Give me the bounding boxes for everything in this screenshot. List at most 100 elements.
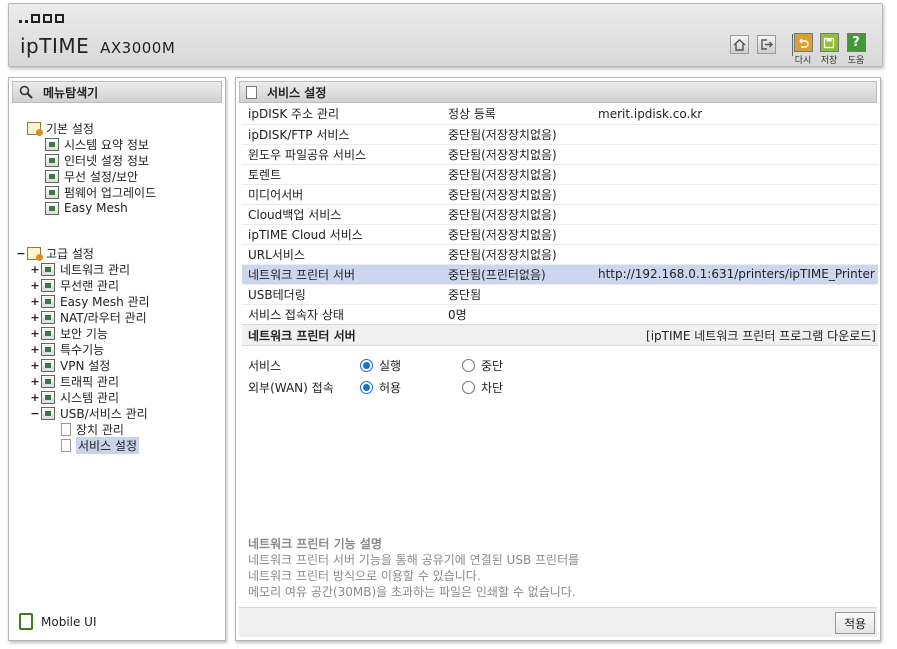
tree-label: 무선랜 관리 [60, 278, 120, 293]
page-title: 서비스 설정 [267, 85, 327, 100]
tree-label: VPN 설정 [60, 358, 111, 373]
expand-icon[interactable]: + [29, 295, 41, 308]
help-label: 도움 [847, 56, 865, 66]
description-line: 메모리 여유 공간(30MB)을 초과하는 파일은 인쇄할 수 없습니다. [248, 585, 576, 599]
traffic-icon [41, 374, 55, 388]
service-extra [592, 144, 878, 165]
undo-icon [793, 33, 813, 52]
service-extra [592, 244, 878, 265]
tree-item-device-management[interactable]: 장치 관리 [61, 421, 124, 437]
tree-item-nat-router[interactable]: + NAT/라우터 관리 [29, 309, 147, 325]
table-row-selected[interactable]: 네트워크 프린터 서버 중단됨(프린터없음) http://192.168.0.… [242, 264, 878, 285]
service-name: 미디어서버 [242, 184, 442, 205]
home-button[interactable] [730, 35, 749, 54]
tree-item-system-summary[interactable]: 시스템 요약 정보 [45, 136, 149, 152]
tree-advanced-settings[interactable]: − 고급 설정 [15, 245, 94, 261]
service-extra [592, 224, 878, 245]
tree-item-vpn[interactable]: + VPN 설정 [29, 357, 110, 373]
save-icon [819, 33, 839, 52]
radio-label: 중단 [481, 358, 504, 373]
mesh-icon [45, 201, 59, 215]
tree-item-system-management[interactable]: + 시스템 관리 [29, 389, 119, 405]
network-icon [41, 262, 55, 276]
monitor-icon [45, 153, 59, 167]
expand-icon[interactable]: + [29, 327, 41, 340]
tree-label: 특수기능 [60, 342, 105, 357]
save-button[interactable]: 저장 [818, 33, 840, 66]
service-extra [592, 164, 878, 185]
apply-button[interactable]: 적용 [835, 612, 875, 634]
save-label: 저장 [820, 56, 838, 66]
tree-item-easy-mesh[interactable]: Easy Mesh [45, 200, 128, 216]
service-extra [592, 184, 878, 205]
logo-mark-icon [19, 14, 64, 23]
service-status: 중단됨(저장장치없음) [442, 164, 592, 185]
radio-checked-icon [360, 358, 373, 372]
tree-item-traffic[interactable]: + 트래픽 관리 [29, 373, 119, 389]
expand-icon[interactable]: + [29, 343, 41, 356]
folder-icon [27, 121, 43, 136]
service-stop-radio[interactable]: 중단 [462, 357, 503, 374]
wan-option-label: 외부(WAN) 접속 [248, 380, 334, 395]
lock-icon [41, 326, 55, 340]
printer-download-link[interactable]: [ipTIME 네트워크 프린터 프로그램 다운로드] [646, 327, 876, 344]
logo-brand: ipTIME [20, 34, 90, 58]
service-status: 중단됨(저장장치없음) [442, 224, 592, 245]
service-status: 중단됨(저장장치없음) [442, 244, 592, 265]
tree-label: NAT/라우터 관리 [60, 310, 147, 325]
service-run-radio[interactable]: 실행 [360, 357, 452, 374]
logout-button[interactable] [757, 35, 776, 54]
undo-button[interactable]: 다시 [792, 33, 814, 66]
table-row: 윈도우 파일공유 서비스 중단됨(저장장치없음) [242, 144, 878, 165]
service-name: ipTIME Cloud 서비스 [242, 224, 442, 245]
special-icon [41, 342, 55, 356]
tree-item-service-settings[interactable]: 서비스 설정 [61, 436, 140, 454]
service-extra [592, 304, 878, 325]
page-icon [246, 85, 257, 99]
tree-item-special-functions[interactable]: + 특수기능 [29, 341, 104, 357]
radio-label: 차단 [481, 380, 504, 395]
router-icon [41, 310, 55, 324]
tree-label: Easy Mesh [64, 201, 128, 215]
tree-item-network-management[interactable]: + 네트워크 관리 [29, 261, 130, 277]
wan-allow-radio[interactable]: 허용 [360, 379, 452, 396]
service-name: 윈도우 파일공유 서비스 [242, 144, 442, 165]
mobile-ui-link[interactable]: Mobile UI [19, 613, 97, 630]
tree-label: Easy Mesh 관리 [60, 294, 150, 309]
service-extra [592, 124, 878, 145]
expand-icon[interactable]: + [29, 311, 41, 324]
service-extra [592, 204, 878, 225]
expand-icon[interactable]: + [29, 391, 41, 404]
collapse-icon[interactable]: − [29, 407, 41, 420]
tree-item-wireless-security[interactable]: 무선 설정/보안 [45, 168, 138, 184]
tree-item-firmware-upgrade[interactable]: 펌웨어 업그레이드 [45, 184, 156, 200]
tree-item-internet-settings[interactable]: 인터넷 설정 정보 [45, 152, 149, 168]
tree-basic-settings[interactable]: 기본 설정 [27, 120, 94, 136]
tree-item-security[interactable]: + 보안 기능 [29, 325, 108, 341]
expand-icon[interactable]: + [29, 375, 41, 388]
tree-item-easy-mesh-management[interactable]: + Easy Mesh 관리 [29, 293, 150, 309]
table-row: 미디어서버 중단됨(저장장치없음) [242, 184, 878, 205]
tree-label-selected: 서비스 설정 [76, 436, 140, 454]
page-icon [61, 422, 71, 436]
service-status: 중단됨(저장장치없음) [442, 204, 592, 225]
help-button[interactable]: ? 도움 [845, 33, 867, 66]
service-name: ipDISK/FTP 서비스 [242, 124, 442, 145]
expand-icon[interactable]: + [29, 263, 41, 276]
tree-item-usb-service[interactable]: − USB/서비스 관리 [29, 405, 148, 421]
tree-label: 보안 기능 [60, 326, 108, 341]
expand-icon[interactable]: + [29, 279, 41, 292]
wan-block-radio[interactable]: 차단 [462, 379, 503, 396]
upgrade-icon [45, 185, 59, 199]
table-row: ipDISK/FTP 서비스 중단됨(저장장치없음) [242, 124, 878, 145]
tree-item-wireless-management[interactable]: + 무선랜 관리 [29, 277, 119, 293]
wifi-icon [41, 278, 55, 292]
undo-label: 다시 [794, 56, 812, 66]
tree-label: 시스템 요약 정보 [64, 137, 149, 152]
tree-label: 고급 설정 [46, 246, 94, 261]
expand-icon[interactable]: + [29, 359, 41, 372]
service-option-row: 서비스 실행 중단 [248, 356, 513, 374]
collapse-icon[interactable]: − [15, 247, 27, 260]
radio-unchecked-icon [462, 380, 475, 394]
tree-label: USB/서비스 관리 [60, 406, 148, 421]
